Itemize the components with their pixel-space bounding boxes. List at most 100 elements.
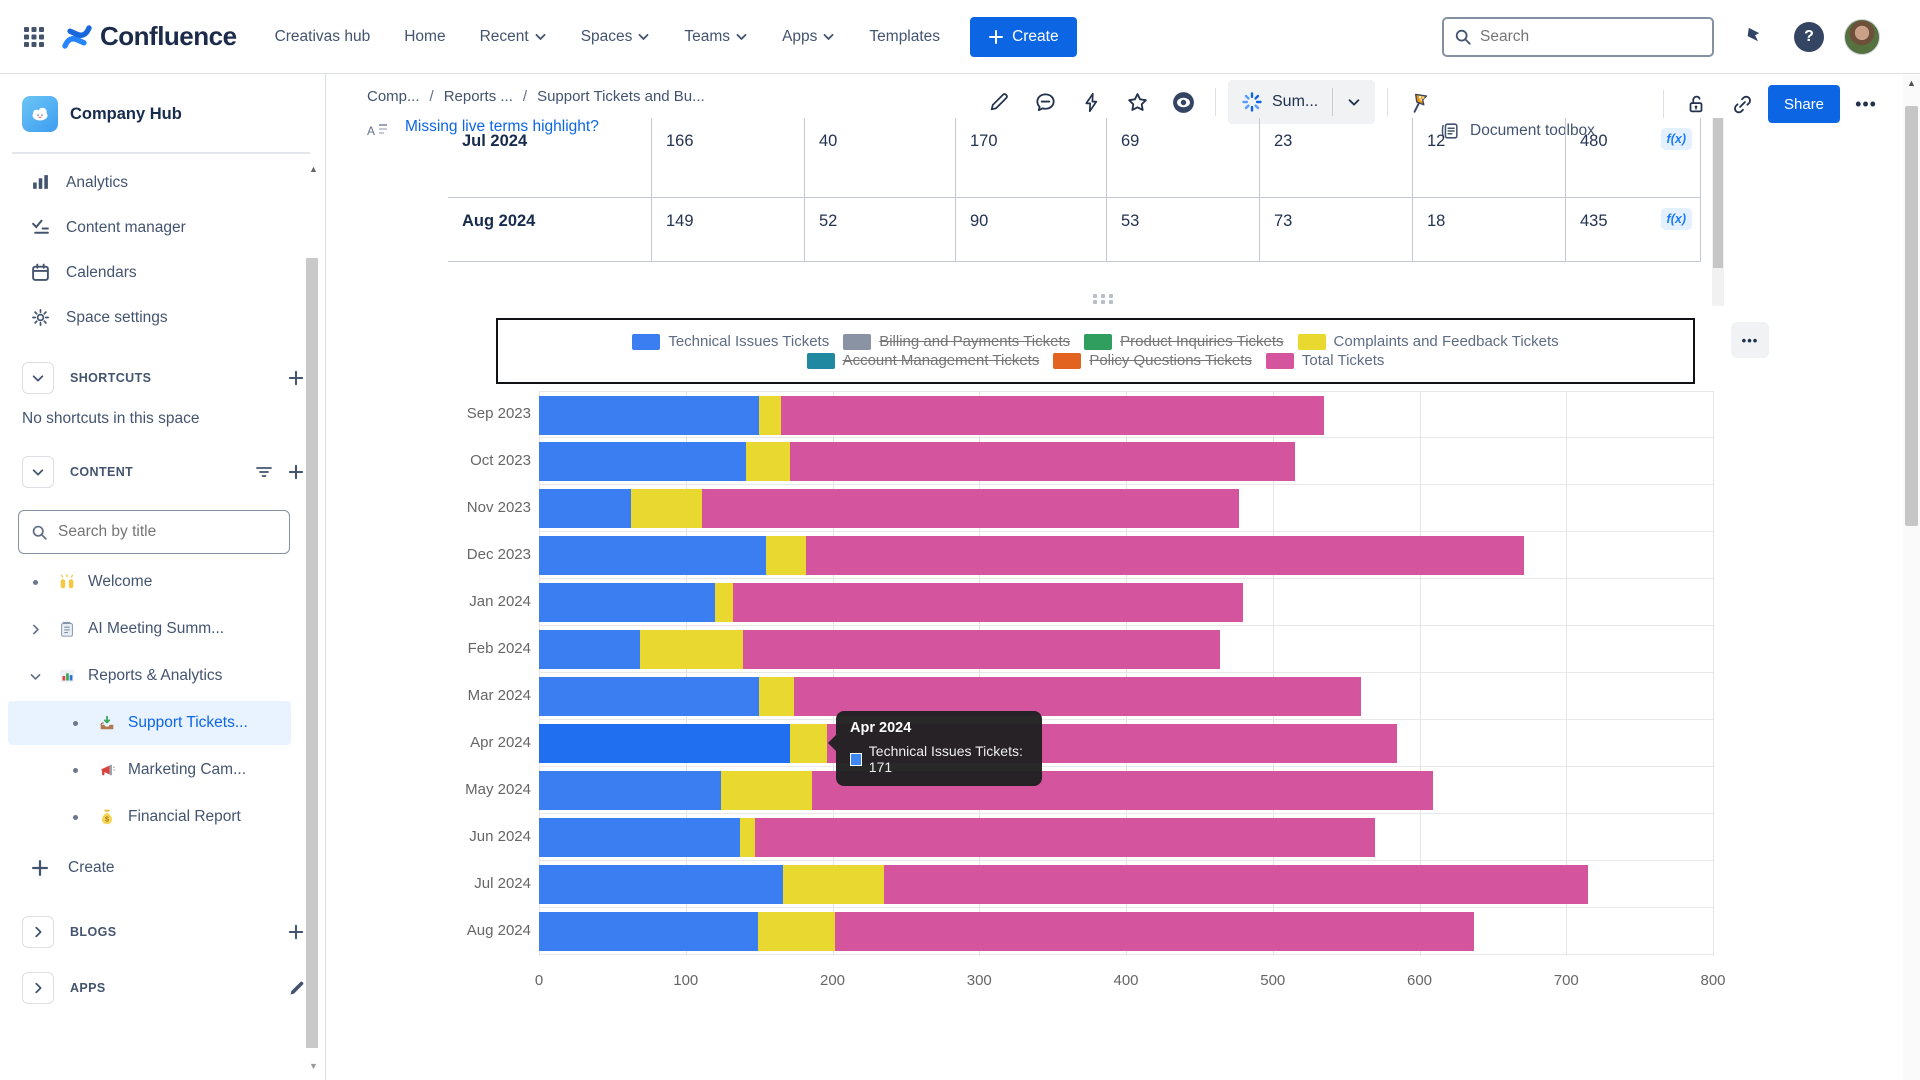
bar-segment-total-tickets[interactable]: [755, 818, 1376, 857]
content-title-search[interactable]: [18, 510, 290, 554]
bar-segment-complaints-and-feedback-tickets[interactable]: [721, 771, 812, 810]
add-blog-button[interactable]: [287, 923, 305, 941]
bar-segment-technical-issues-tickets[interactable]: [539, 771, 721, 810]
page-tree-item-ai-meeting-summ-[interactable]: AI Meeting Summ...: [8, 607, 291, 651]
bar-segment-total-tickets[interactable]: [790, 442, 1295, 481]
apps-expand-button[interactable]: [22, 972, 54, 1004]
page-tree-item-welcome[interactable]: Welcome: [8, 560, 291, 604]
bar-segment-technical-issues-tickets[interactable]: [539, 865, 783, 904]
stacked-bar[interactable]: [539, 818, 1375, 857]
bar-segment-technical-issues-tickets[interactable]: [539, 396, 759, 435]
breadcrumb-item-0[interactable]: Comp...: [367, 88, 420, 105]
feedback-flag-icon[interactable]: [1734, 17, 1774, 57]
bar-segment-complaints-and-feedback-tickets[interactable]: [715, 583, 733, 622]
stacked-bar[interactable]: [539, 396, 1324, 435]
nav-item-home[interactable]: Home: [404, 28, 445, 46]
legend-item-policy-questions-tickets[interactable]: Policy Questions Tickets: [1053, 352, 1252, 369]
page-tree-item-marketing-cam-[interactable]: Marketing Cam...: [8, 748, 291, 792]
bar-segment-total-tickets[interactable]: [733, 583, 1244, 622]
chevron-down-icon[interactable]: [24, 670, 46, 683]
stacked-bar[interactable]: [539, 442, 1295, 481]
nav-item-templates[interactable]: Templates: [869, 28, 940, 46]
chart-drag-handle-icon[interactable]: [1093, 294, 1115, 304]
filter-content-button[interactable]: [255, 463, 273, 481]
nav-item-recent[interactable]: Recent: [480, 28, 547, 46]
bar-segment-complaints-and-feedback-tickets[interactable]: [640, 630, 743, 669]
summarize-dropdown-chevron[interactable]: [1332, 88, 1375, 116]
add-content-button[interactable]: [287, 463, 305, 481]
bar-segment-total-tickets[interactable]: [702, 489, 1239, 528]
page-tree-item-support-tickets-[interactable]: Support Tickets...: [8, 701, 291, 745]
nav-item-spaces[interactable]: Spaces: [581, 28, 651, 46]
bar-segment-technical-issues-tickets[interactable]: [539, 724, 790, 763]
legend-item-complaints-and-feedback-tickets[interactable]: Complaints and Feedback Tickets: [1298, 333, 1559, 350]
sidebar-item-analytics[interactable]: Analytics: [0, 160, 325, 205]
bar-segment-total-tickets[interactable]: [884, 865, 1588, 904]
legend-item-billing-and-payments-tickets[interactable]: Billing and Payments Tickets: [843, 333, 1070, 350]
bar-segment-technical-issues-tickets[interactable]: [539, 442, 746, 481]
content-collapse-button[interactable]: [22, 456, 54, 488]
watch-eye-icon[interactable]: [1163, 82, 1203, 122]
stacked-bar[interactable]: [539, 912, 1474, 951]
bar-segment-technical-issues-tickets[interactable]: [539, 536, 766, 575]
scroll-down-icon[interactable]: ▼: [305, 1057, 322, 1074]
stacked-bar[interactable]: [539, 583, 1243, 622]
bar-segment-complaints-and-feedback-tickets[interactable]: [783, 865, 884, 904]
global-search[interactable]: [1442, 17, 1714, 57]
legend-item-product-inquiries-tickets[interactable]: Product Inquiries Tickets: [1084, 333, 1283, 350]
bar-segment-technical-issues-tickets[interactable]: [539, 677, 759, 716]
formula-icon[interactable]: f(x): [1661, 128, 1692, 150]
bar-segment-total-tickets[interactable]: [743, 630, 1220, 669]
formula-icon[interactable]: f(x): [1661, 208, 1692, 230]
page-scrollbar[interactable]: ▲: [1903, 74, 1920, 1080]
star-icon[interactable]: [1117, 82, 1157, 122]
sidebar-item-content-manager[interactable]: Content manager: [0, 205, 325, 250]
bar-segment-complaints-and-feedback-tickets[interactable]: [759, 677, 794, 716]
bar-segment-total-tickets[interactable]: [781, 396, 1324, 435]
create-button[interactable]: Create: [970, 17, 1077, 57]
nav-item-creativas-hub[interactable]: Creativas hub: [275, 28, 371, 46]
shortcuts-collapse-button[interactable]: [22, 362, 54, 394]
sidebar-item-space-settings[interactable]: Space settings: [0, 295, 325, 340]
nav-item-teams[interactable]: Teams: [684, 28, 748, 46]
breadcrumb-item-1[interactable]: Reports ...: [444, 88, 513, 105]
legend-item-technical-issues-tickets[interactable]: Technical Issues Tickets: [632, 333, 829, 350]
bar-segment-complaints-and-feedback-tickets[interactable]: [759, 396, 781, 435]
nav-item-apps[interactable]: Apps: [782, 28, 835, 46]
comment-icon[interactable]: [1025, 82, 1065, 122]
edit-icon[interactable]: [979, 82, 1019, 122]
stacked-bar[interactable]: [539, 489, 1239, 528]
blogs-expand-button[interactable]: [22, 916, 54, 948]
search-input[interactable]: [1480, 28, 1680, 46]
stacked-bar[interactable]: [539, 630, 1220, 669]
page-scrollbar-thumb[interactable]: [1905, 106, 1918, 526]
app-switcher-icon[interactable]: [22, 25, 46, 49]
page-tree-item-reports-analytics[interactable]: Reports & Analytics: [8, 654, 291, 698]
help-icon[interactable]: ?: [1794, 22, 1824, 52]
bar-segment-complaints-and-feedback-tickets[interactable]: [766, 536, 806, 575]
chevron-right-icon[interactable]: [24, 623, 46, 636]
automation-lightning-icon[interactable]: [1071, 82, 1111, 122]
chart-more-menu-icon[interactable]: •••: [1731, 322, 1769, 358]
stacked-bar[interactable]: [539, 536, 1524, 575]
legend-item-total-tickets[interactable]: Total Tickets: [1266, 352, 1385, 369]
bar-segment-complaints-and-feedback-tickets[interactable]: [631, 489, 701, 528]
page-more-menu-icon[interactable]: •••: [1846, 84, 1886, 124]
bar-segment-technical-issues-tickets[interactable]: [539, 818, 740, 857]
table-scrollbar[interactable]: [1712, 118, 1724, 306]
scroll-up-icon[interactable]: ▲: [1903, 74, 1920, 91]
bar-segment-total-tickets[interactable]: [835, 912, 1473, 951]
page-tree-item-financial-report[interactable]: $Financial Report: [8, 795, 291, 839]
confluence-logo[interactable]: Confluence: [62, 21, 237, 52]
copy-link-icon[interactable]: [1722, 84, 1762, 124]
breadcrumb-item-2[interactable]: Support Tickets and Bu...: [537, 88, 705, 105]
title-search-input[interactable]: [58, 523, 258, 541]
legend-item-account-management-tickets[interactable]: Account Management Tickets: [807, 352, 1040, 369]
bar-segment-complaints-and-feedback-tickets[interactable]: [758, 912, 836, 951]
orange-flag-icon[interactable]: [1400, 82, 1440, 122]
share-button[interactable]: Share: [1768, 85, 1840, 123]
bar-segment-technical-issues-tickets[interactable]: [539, 630, 640, 669]
sidebar-scrollbar[interactable]: ▲ ▼: [305, 160, 319, 1060]
bar-segment-technical-issues-tickets[interactable]: [539, 912, 758, 951]
sidebar-item-calendars[interactable]: Calendars: [0, 250, 325, 295]
